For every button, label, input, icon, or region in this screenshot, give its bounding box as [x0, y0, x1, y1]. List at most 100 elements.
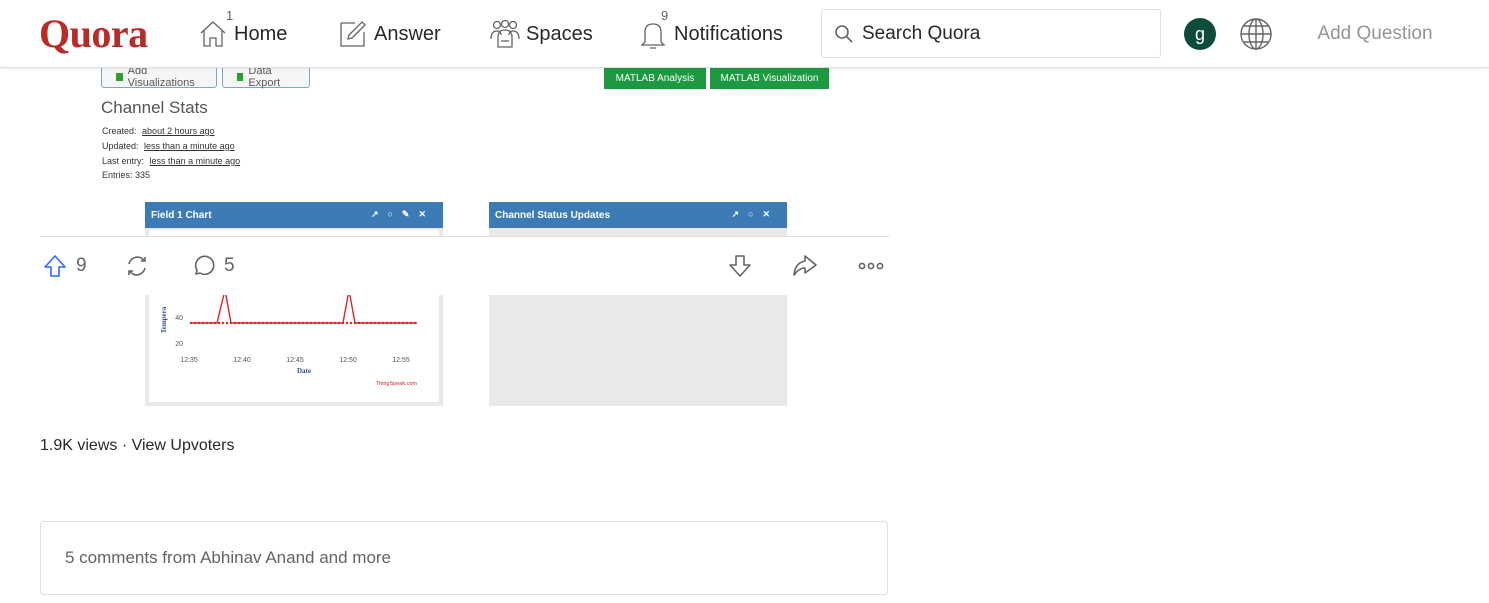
- data-point: [321, 321, 325, 325]
- data-export-label: Data Export: [248, 68, 281, 89]
- x-tick-label: 12:50: [339, 357, 357, 364]
- data-export-button: Data Export: [222, 68, 310, 89]
- updated-label: Updated:: [102, 141, 139, 151]
- updated-row: Updated: less than a minute ago: [102, 141, 235, 151]
- add-question-button[interactable]: Add Question: [1300, 14, 1450, 54]
- panel-controls-icon: ↗○✎✕: [370, 209, 435, 219]
- data-point: [241, 321, 245, 325]
- comment-bubble-icon: [194, 255, 215, 276]
- data-point: [333, 321, 337, 325]
- top-navigation-bar: Quora 1 Home Answer Spaces 9 Notificatio…: [0, 0, 1489, 68]
- data-point: [373, 321, 377, 325]
- home-badge: 1: [226, 8, 234, 23]
- channel-stats-title: Channel Stats: [101, 98, 208, 117]
- more-options-button[interactable]: [856, 251, 886, 281]
- data-point: [349, 321, 353, 325]
- data-point: [193, 321, 197, 325]
- data-point: [201, 321, 205, 325]
- field-chart-panel: Field 1 Chart ↗○✎✕ 12:35 12:40 12:45 12:50 1…: [145, 202, 443, 406]
- data-point: [401, 321, 405, 325]
- data-point: [341, 321, 345, 325]
- nav-answer[interactable]: Answer: [336, 14, 441, 54]
- avatar[interactable]: g: [1184, 18, 1216, 50]
- x-tick-label: 12:45: [286, 357, 304, 364]
- upvote-count: 9: [76, 255, 87, 276]
- data-point: [405, 321, 409, 325]
- data-point: [265, 321, 269, 325]
- nav-spaces[interactable]: Spaces: [488, 14, 593, 54]
- x-axis-label: Date: [297, 367, 311, 375]
- data-point: [369, 321, 373, 325]
- data-point: [285, 321, 289, 325]
- nav-notifications[interactable]: 9 Notifications: [636, 8, 783, 54]
- last-entry-value: less than a minute ago: [149, 156, 241, 166]
- data-point: [365, 321, 369, 325]
- comment-button[interactable]: 5: [190, 251, 235, 281]
- status-updates-panel: Channel Status Updates ↗○✕: [489, 202, 787, 406]
- data-point: [325, 321, 329, 325]
- data-point: [357, 321, 361, 325]
- data-point: [393, 321, 397, 325]
- matlab-analysis-button: MATLAB Analysis: [604, 68, 706, 89]
- add-visualizations-label: Add Visualizations: [127, 68, 195, 89]
- data-point: [409, 321, 413, 325]
- data-point: [257, 321, 261, 325]
- data-point: [381, 321, 385, 325]
- data-point: [353, 321, 357, 325]
- nav-answer-label: Answer: [374, 22, 441, 45]
- nav-home[interactable]: 1 Home: [196, 8, 288, 54]
- export-icon: [237, 73, 244, 81]
- data-point: [261, 321, 265, 325]
- language-button[interactable]: [1238, 16, 1274, 52]
- field-chart-title: Field 1 Chart: [151, 209, 212, 221]
- pencil-square-icon: [340, 21, 366, 47]
- data-point: [297, 321, 301, 325]
- data-point: [413, 321, 417, 325]
- y-tick-label: 40: [175, 315, 183, 322]
- home-icon: [200, 21, 226, 47]
- nav-notifications-label: Notifications: [674, 22, 783, 45]
- share-button[interactable]: [792, 251, 818, 281]
- views-and-upvoters-link[interactable]: 1.9K views · View Upvoters: [40, 437, 234, 455]
- quora-logo[interactable]: Quora: [39, 10, 148, 57]
- y-tick-label: 20: [175, 341, 183, 348]
- plus-icon: [116, 73, 123, 81]
- comments-summary-text: 5 comments from Abhinav Anand and more: [65, 548, 392, 567]
- status-updates-title: Channel Status Updates: [495, 209, 611, 221]
- data-point: [337, 321, 341, 325]
- search-input[interactable]: Search Quora: [821, 9, 1161, 58]
- data-point: [281, 321, 285, 325]
- data-point: [301, 321, 305, 325]
- last-entry-label: Last entry:: [102, 156, 145, 166]
- reshare-icon: [128, 256, 146, 276]
- upvote-button[interactable]: 9: [42, 251, 87, 281]
- last-entry-row: Last entry: less than a minute ago: [102, 156, 240, 166]
- share-reshare-button[interactable]: [124, 251, 150, 281]
- x-tick-label: 12:40: [233, 357, 251, 364]
- data-point: [249, 321, 253, 325]
- globe-icon: [1240, 18, 1272, 50]
- comments-summary[interactable]: 5 comments from Abhinav Anand and more: [40, 521, 888, 595]
- data-point: [233, 321, 237, 325]
- data-point: [213, 321, 217, 325]
- matlab-visualization-button: MATLAB Visualization: [710, 68, 829, 89]
- nav-home-label: Home: [234, 22, 288, 45]
- panel-controls-icon: ↗○✕: [731, 209, 779, 219]
- data-point: [345, 321, 349, 325]
- data-point: [309, 321, 313, 325]
- data-point: [305, 321, 309, 325]
- data-point: [361, 321, 365, 325]
- data-point: [245, 321, 249, 325]
- notifications-badge: 9: [661, 8, 669, 23]
- data-point: [377, 321, 381, 325]
- comment-count: 5: [224, 255, 235, 276]
- downvote-button[interactable]: [727, 251, 753, 281]
- data-point: [205, 321, 209, 325]
- data-point: [269, 321, 273, 325]
- data-point: [397, 321, 401, 325]
- data-point: [313, 321, 317, 325]
- data-point: [217, 321, 221, 325]
- data-point: [277, 321, 281, 325]
- x-tick-label: 12:55: [392, 357, 410, 364]
- data-point: [225, 321, 229, 325]
